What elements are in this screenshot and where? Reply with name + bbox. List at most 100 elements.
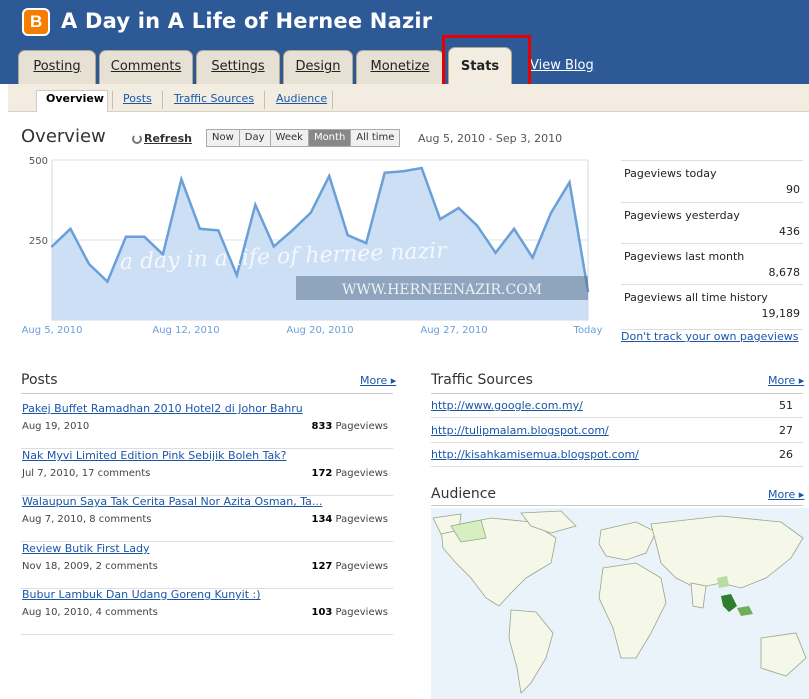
post-title-link[interactable]: Walaupun Saya Tak Cerita Pasal Nor Azita… bbox=[22, 495, 322, 508]
range-week-button[interactable]: Week bbox=[270, 130, 309, 146]
subtab-posts[interactable]: Posts bbox=[123, 92, 152, 105]
tab-posting[interactable]: Posting bbox=[18, 50, 96, 84]
overview-title: Overview bbox=[21, 126, 106, 147]
post-title-link[interactable]: Pakej Buffet Ramadhan 2010 Hotel2 di Joh… bbox=[22, 402, 303, 415]
chart-point bbox=[106, 280, 109, 283]
subtab-divider bbox=[112, 91, 113, 109]
post-pageview-count: 833 bbox=[311, 421, 333, 432]
chart-point bbox=[420, 166, 423, 170]
chart-point bbox=[328, 174, 331, 178]
chart-point bbox=[531, 256, 534, 259]
refresh-icon[interactable] bbox=[132, 134, 142, 144]
subtab-audience[interactable]: Audience bbox=[276, 92, 327, 105]
post-meta: Aug 7, 2010, 8 comments bbox=[22, 514, 152, 525]
traffic-source-link[interactable]: http://tulipmalam.blogspot.com/ bbox=[431, 424, 609, 437]
blogger-logo-icon[interactable]: B bbox=[22, 8, 50, 36]
chart-point bbox=[198, 227, 202, 230]
audience-world-map[interactable] bbox=[431, 508, 809, 699]
traffic-row: http://www.google.com.my/ 51 bbox=[431, 394, 803, 418]
pageviews-word: Pageviews bbox=[335, 607, 388, 618]
chart-point bbox=[69, 227, 72, 230]
post-title-link[interactable]: Nak Myvi Limited Edition Pink Sebijik Bo… bbox=[22, 449, 286, 462]
tab-settings[interactable]: Settings bbox=[196, 50, 280, 84]
chart-point bbox=[180, 178, 183, 181]
chart-point bbox=[475, 224, 479, 227]
range-month-button[interactable]: Month bbox=[308, 130, 352, 146]
pageviews-word: Pageviews bbox=[335, 468, 388, 479]
divider bbox=[21, 393, 393, 394]
blog-title: A Day in A Life of Hernee Nazir bbox=[61, 9, 433, 33]
subtab-divider bbox=[332, 91, 333, 109]
posts-more-link[interactable]: More ▸ bbox=[360, 374, 396, 387]
post-meta: Jul 7, 2010, 17 comments bbox=[22, 468, 151, 479]
stat-all-time: Pageviews all time history 19,189 bbox=[621, 284, 803, 325]
traffic-count: 27 bbox=[779, 424, 793, 437]
stat-last-month: Pageviews last month 8,678 bbox=[621, 243, 803, 284]
chart-point bbox=[383, 171, 386, 174]
post-pageviews: 103 Pageviews bbox=[311, 607, 388, 618]
traffic-source-link[interactable]: http://kisahkamisemua.blogspot.com/ bbox=[431, 448, 639, 461]
traffic-count: 26 bbox=[779, 448, 793, 461]
range-day-button[interactable]: Day bbox=[239, 130, 271, 146]
post-row: Walaupun Saya Tak Cerita Pasal Nor Azita… bbox=[21, 495, 393, 542]
post-title-link[interactable]: Bubur Lambuk Dan Udang Goreng Kunyit :) bbox=[22, 588, 261, 601]
post-row: Bubur Lambuk Dan Udang Goreng Kunyit :) … bbox=[21, 588, 393, 635]
dont-track-link[interactable]: Don't track your own pageviews bbox=[621, 329, 803, 343]
stat-yesterday: Pageviews yesterday 436 bbox=[621, 202, 803, 243]
subtab-overview[interactable]: Overview bbox=[46, 92, 104, 105]
stat-value: 436 bbox=[779, 225, 800, 238]
post-pageviews: 134 Pageviews bbox=[311, 514, 388, 525]
chart-point bbox=[143, 235, 146, 238]
range-now-button[interactable]: Now bbox=[207, 130, 240, 146]
chart-point bbox=[438, 218, 442, 221]
chart-y-tick-label: 500 bbox=[29, 156, 48, 167]
traffic-row: http://kisahkamisemua.blogspot.com/ 26 bbox=[431, 443, 803, 467]
post-pageviews: 127 Pageviews bbox=[311, 561, 388, 572]
subtab-traffic-sources[interactable]: Traffic Sources bbox=[174, 92, 254, 105]
stat-label: Pageviews today bbox=[624, 167, 717, 180]
chart-point bbox=[457, 206, 460, 210]
post-row: Review Butik First Lady Nov 18, 2009, 2 … bbox=[21, 542, 393, 589]
subtab-divider bbox=[264, 91, 265, 109]
posts-title: Posts bbox=[21, 372, 58, 388]
tab-monetize[interactable]: Monetize bbox=[356, 50, 444, 84]
chart-x-tick-label: Aug 12, 2010 bbox=[152, 325, 219, 336]
tab-design[interactable]: Design bbox=[283, 50, 353, 84]
traffic-more-link[interactable]: More ▸ bbox=[768, 374, 804, 387]
world-map-graphic bbox=[432, 510, 807, 694]
post-pageviews: 833 Pageviews bbox=[311, 421, 388, 432]
time-range-selector: Now Day Week Month All time bbox=[206, 129, 401, 147]
post-meta: Aug 10, 2010, 4 comments bbox=[22, 607, 158, 618]
traffic-count: 51 bbox=[779, 399, 793, 412]
refresh-link[interactable]: Refresh bbox=[144, 132, 192, 145]
traffic-sources-title: Traffic Sources bbox=[431, 372, 533, 388]
divider bbox=[431, 505, 803, 506]
date-range: Aug 5, 2010 - Sep 3, 2010 bbox=[418, 132, 563, 145]
subtab-divider bbox=[162, 91, 163, 109]
chart-x-tick-label: Aug 27, 2010 bbox=[420, 325, 487, 336]
chart-point bbox=[494, 251, 497, 254]
logo-letter: B bbox=[30, 12, 43, 31]
post-meta: Aug 19, 2010 bbox=[22, 421, 90, 432]
view-blog-link[interactable]: View Blog bbox=[530, 58, 594, 73]
tab-comments[interactable]: Comments bbox=[99, 50, 193, 84]
chart-point bbox=[568, 181, 571, 184]
chart-point bbox=[549, 211, 553, 214]
stat-today: Pageviews today 90 bbox=[621, 160, 803, 201]
traffic-source-link[interactable]: http://www.google.com.my/ bbox=[431, 399, 583, 412]
chart-point bbox=[309, 211, 312, 214]
chart-point bbox=[124, 235, 128, 238]
chart-point bbox=[291, 229, 294, 232]
range-alltime-button[interactable]: All time bbox=[351, 130, 400, 146]
post-row: Nak Myvi Limited Edition Pink Sebijik Bo… bbox=[21, 449, 393, 496]
pageviews-word: Pageviews bbox=[335, 514, 388, 525]
audience-more-link[interactable]: More ▸ bbox=[768, 488, 804, 501]
post-title-link[interactable]: Review Butik First Lady bbox=[22, 542, 150, 555]
chart-x-tick-label: Aug 5, 2010 bbox=[22, 325, 83, 336]
chart-x-tick-label: Today bbox=[573, 325, 603, 336]
post-pageview-count: 103 bbox=[311, 607, 333, 618]
post-row: Pakej Buffet Ramadhan 2010 Hotel2 di Joh… bbox=[21, 402, 393, 449]
chart-point bbox=[217, 229, 220, 232]
chart-x-tick-label: Aug 20, 2010 bbox=[286, 325, 353, 336]
chart-point bbox=[512, 227, 516, 230]
